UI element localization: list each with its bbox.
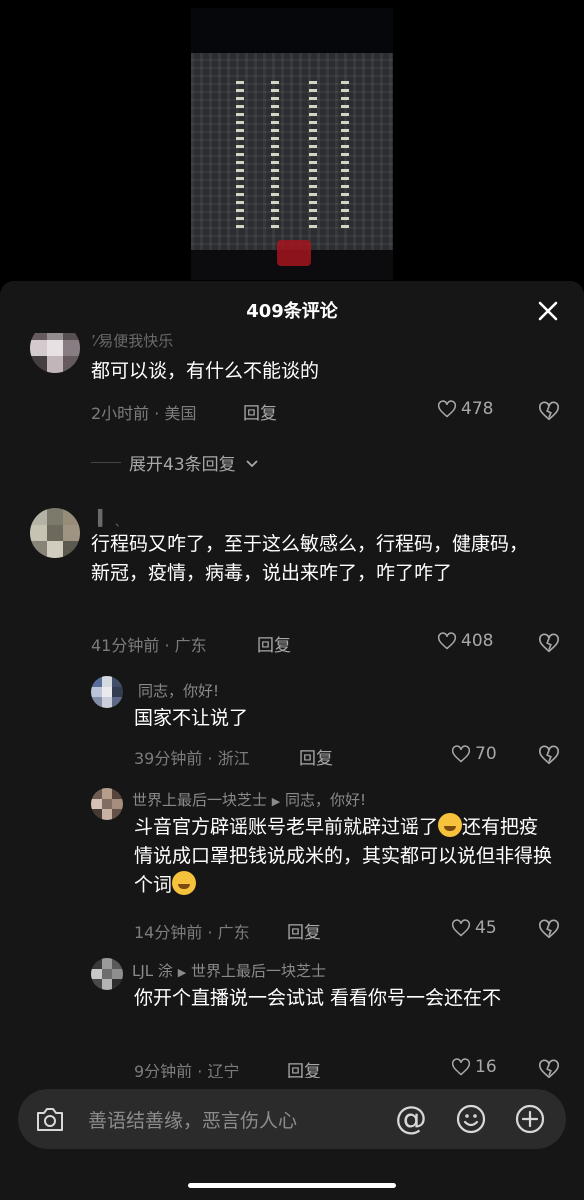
reply-button[interactable]: 回复 — [287, 918, 321, 943]
comment-author[interactable]: ▍ ˎ — [98, 509, 122, 527]
comment-time-location: 41分钟前 · 广东 — [91, 636, 207, 655]
comment-text: 都可以谈，有什么不能谈的 — [91, 360, 320, 382]
comment-count-title: 409条评论 — [246, 301, 338, 322]
broken-heart-icon[interactable] — [538, 632, 560, 654]
divider — [91, 462, 121, 463]
lit-windows — [341, 78, 349, 228]
like-count: 45 — [475, 918, 497, 938]
broken-heart-icon[interactable] — [538, 744, 560, 766]
reply-button[interactable]: 回复 — [287, 1057, 321, 1078]
comment-input-placeholder[interactable]: 善语结善缘，恶言伤人心 — [88, 1106, 297, 1133]
reply-text: 你开个直播说一会试试 看看你号一会还在不 — [134, 987, 502, 1009]
neon-sign — [277, 240, 311, 266]
reply-author[interactable]: 世界上最后一块芝士 — [132, 791, 267, 809]
comments-sheet: 409条评论 ʼ⁄易便我快乐 都可以谈，有什么不能谈的 2小时前 · 美国 回复… — [0, 281, 584, 1200]
comment-input-bar[interactable]: 善语结善缘，恶言伤人心 @ — [18, 1089, 566, 1149]
like-count: 408 — [461, 631, 494, 651]
like-count: 70 — [475, 744, 497, 764]
heart-icon — [437, 632, 457, 650]
chevron-down-icon — [246, 459, 258, 467]
reply-time-location: 39分钟前 · 浙江 — [134, 749, 250, 768]
avatar[interactable] — [91, 788, 123, 820]
heart-icon — [451, 919, 471, 937]
like-count: 478 — [461, 399, 494, 419]
comment-time-location: 2小时前 · 美国 — [91, 404, 197, 423]
avatar[interactable] — [91, 676, 123, 708]
broken-heart-icon[interactable] — [538, 400, 560, 422]
reply-time-location: 9分钟前 · 辽宁 — [134, 1062, 240, 1078]
avatar[interactable] — [91, 958, 123, 990]
reply-button[interactable]: 回复 — [299, 744, 333, 769]
broken-heart-icon[interactable] — [538, 918, 560, 940]
heart-icon — [451, 745, 471, 763]
comment-list[interactable]: ʼ⁄易便我快乐 都可以谈，有什么不能谈的 2小时前 · 美国 回复 478 展开… — [0, 333, 584, 1078]
like-count: 16 — [475, 1057, 497, 1077]
plus-icon[interactable] — [514, 1103, 546, 1135]
camera-icon[interactable] — [35, 1105, 65, 1133]
home-indicator[interactable] — [188, 1183, 396, 1188]
video-preview[interactable] — [191, 8, 393, 280]
avatar[interactable] — [30, 333, 80, 373]
like-button[interactable]: 16 — [451, 1057, 497, 1077]
reply-author-line: LJL 涂 ▶ 世界上最后一块芝士 — [132, 960, 326, 981]
expand-replies-label: 展开43条回复 — [129, 455, 236, 475]
comment-author[interactable]: ʼ⁄易便我快乐 — [91, 333, 173, 351]
comment-text: 行程码又咋了，至于这么敏感么，行程码，健康码，新冠，疫情，病毒，说出来咋了，咋了… — [91, 533, 529, 584]
night-sky — [191, 8, 393, 53]
like-button[interactable]: 408 — [437, 631, 493, 651]
reply-time-location: 14分钟前 · 广东 — [134, 923, 250, 942]
at-icon[interactable]: @ — [395, 1101, 427, 1135]
close-icon[interactable] — [533, 296, 563, 326]
expand-replies-button[interactable]: 展开43条回复 — [91, 450, 260, 475]
grinning-sweat-emoji-icon — [438, 813, 463, 837]
reply-text-part: 斗音官方辟谣账号老早前就辟过谣了 — [134, 816, 439, 838]
reply-to-user[interactable]: 世界上最后一块芝士 — [191, 962, 326, 980]
reply-author[interactable]: LJL 涂 — [132, 962, 173, 980]
reply-author[interactable]: 同志，你好! — [138, 680, 219, 701]
reply-to-arrow-icon: ▶ — [177, 966, 187, 979]
reply-to-arrow-icon: ▶ — [271, 795, 281, 808]
like-button[interactable]: 70 — [451, 744, 497, 764]
building-image — [191, 53, 393, 253]
reply-text: 国家不让说了 — [134, 707, 249, 729]
thinking-emoji-icon — [172, 871, 197, 895]
avatar[interactable] — [30, 508, 80, 558]
lit-windows — [309, 78, 317, 228]
broken-heart-icon[interactable] — [538, 1058, 560, 1078]
like-button[interactable]: 478 — [437, 399, 493, 419]
like-button[interactable]: 45 — [451, 918, 497, 938]
reply-text: 斗音官方辟谣账号老早前就辟过谣了 还有把疫情说成口罩把钱说成米的，其实都可以说但非… — [134, 813, 554, 900]
heart-icon — [437, 400, 457, 418]
heart-icon — [451, 1058, 471, 1076]
reply-button[interactable]: 回复 — [243, 399, 277, 424]
lit-windows — [236, 78, 244, 228]
emoji-icon[interactable] — [455, 1103, 487, 1135]
reply-author-line: 世界上最后一块芝士 ▶ 同志，你好! — [132, 789, 366, 810]
reply-button[interactable]: 回复 — [257, 631, 291, 656]
lit-windows — [271, 78, 279, 228]
reply-to-user[interactable]: 同志，你好! — [285, 791, 366, 809]
